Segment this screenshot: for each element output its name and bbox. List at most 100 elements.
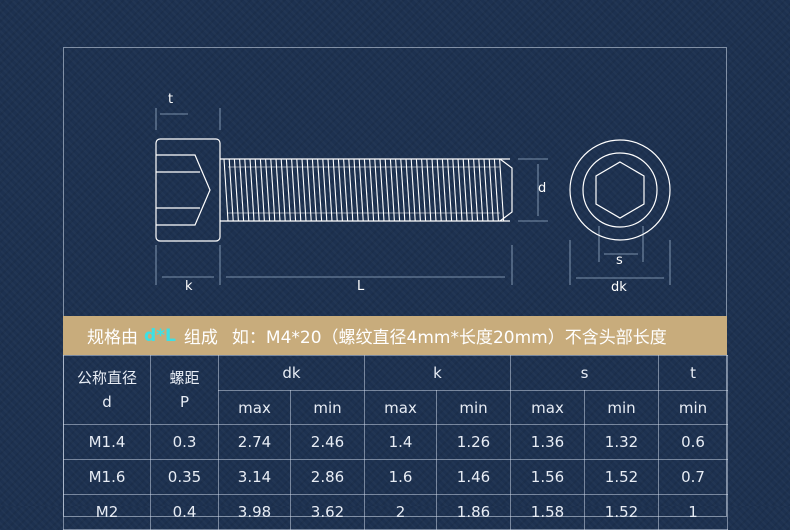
thread-line xyxy=(358,158,364,222)
thread-line xyxy=(228,158,234,222)
thread-line xyxy=(499,158,505,222)
spec-banner: 规格由 d*L 组成 如：M4*20（螺纹直径4mm*长度20mm）不含头部长度 xyxy=(63,316,727,355)
thread-line xyxy=(369,158,375,222)
thread-line xyxy=(322,158,328,222)
thread-line xyxy=(421,158,427,222)
thread-line xyxy=(353,158,359,222)
thread-line xyxy=(467,158,473,222)
thread-line xyxy=(457,158,463,222)
thread-line xyxy=(431,158,437,222)
cell: 0.3 xyxy=(150,424,219,460)
thread-line xyxy=(343,158,349,222)
thread-line xyxy=(249,158,255,222)
cell: 1.46 xyxy=(436,459,511,495)
thread-line xyxy=(473,158,479,222)
subheader-t-min: min xyxy=(658,390,729,425)
spec-table: 公称直径 d 螺距 P dk k s t max min max min max… xyxy=(63,355,729,530)
cell: 2.86 xyxy=(290,459,365,495)
thread-line xyxy=(493,158,499,222)
table-row: M1.4 0.3 2.74 2.46 1.4 1.26 1.36 1.32 0.… xyxy=(63,424,729,460)
cell: 0.7 xyxy=(658,459,729,495)
thread-line xyxy=(265,158,271,222)
cell: 1.26 xyxy=(436,424,511,460)
thread-line xyxy=(270,158,276,222)
dim-label-d: d xyxy=(538,181,547,196)
cell: 1.4 xyxy=(364,424,437,460)
thread-line xyxy=(395,158,401,222)
thread-line xyxy=(410,158,416,222)
hex-socket xyxy=(156,154,211,226)
thread-line xyxy=(254,158,260,222)
thread-line xyxy=(223,158,229,222)
header-pitch: 螺距 P xyxy=(150,355,219,425)
banner-prefix: 规格由 xyxy=(87,328,138,348)
thread-line xyxy=(296,158,302,222)
thread-line xyxy=(280,158,286,222)
thread-line xyxy=(374,158,380,222)
cell: 1.36 xyxy=(510,424,585,460)
thread-line xyxy=(244,158,250,222)
thread-line xyxy=(327,158,333,222)
thread-line xyxy=(348,158,354,222)
cell: 0.6 xyxy=(658,424,729,460)
dim-label-t: t xyxy=(168,92,174,107)
header-t: t xyxy=(658,355,729,391)
thread-line xyxy=(488,158,494,222)
screw-diagram xyxy=(155,108,671,285)
thread-line xyxy=(301,158,307,222)
thread-line xyxy=(447,158,453,222)
cell: 1.32 xyxy=(583,424,660,460)
cell: 1.58 xyxy=(510,494,585,530)
thread-lines xyxy=(223,158,505,222)
head-inner-circle xyxy=(582,152,658,228)
cell: M1.6 xyxy=(63,459,151,495)
thread-line xyxy=(233,158,239,222)
subheader-dk-max: max xyxy=(218,390,291,425)
thread-line xyxy=(311,158,317,222)
thread-line xyxy=(337,158,343,222)
cell: 1.52 xyxy=(583,494,660,530)
table-row: M2 0.4 3.98 3.62 2 1.86 1.58 1.52 1 xyxy=(63,494,729,530)
cell: 3.98 xyxy=(218,494,291,530)
subheader-s-max: max xyxy=(510,390,585,425)
cell: M2 xyxy=(63,494,151,530)
thread-line xyxy=(332,158,338,222)
header-nominal: 公称直径 d xyxy=(63,355,151,425)
thread-line xyxy=(291,158,297,222)
thread-line xyxy=(379,158,385,222)
thread-line xyxy=(426,158,432,222)
table-row: M1.6 0.35 3.14 2.86 1.6 1.46 1.56 1.52 0… xyxy=(63,459,729,495)
cell: 2.46 xyxy=(290,424,365,460)
dim-label-k: k xyxy=(185,279,193,294)
cell: M1.4 xyxy=(63,424,151,460)
cell: 1.56 xyxy=(510,459,585,495)
cell: 1 xyxy=(658,494,729,530)
header-dk: dk xyxy=(218,355,365,391)
thread-line xyxy=(452,158,458,222)
subheader-k-max: max xyxy=(364,390,437,425)
cell: 0.4 xyxy=(150,494,219,530)
thread-line xyxy=(415,158,421,222)
cell: 0.35 xyxy=(150,459,219,495)
thread-line xyxy=(239,158,245,222)
cell: 3.62 xyxy=(290,494,365,530)
thread-line xyxy=(384,158,390,222)
thread-line xyxy=(441,158,447,222)
thread-line xyxy=(306,158,312,222)
thread-line xyxy=(483,158,489,222)
cell: 1.86 xyxy=(436,494,511,530)
thread-line xyxy=(317,158,323,222)
header-k: k xyxy=(364,355,511,391)
head-outer-circle xyxy=(569,139,671,241)
thread-line xyxy=(363,158,369,222)
thread-line xyxy=(389,158,395,222)
thread-line xyxy=(285,158,291,222)
thread-line xyxy=(275,158,281,222)
banner-example: 如：M4*20（螺纹直径4mm*长度20mm）不含头部长度 xyxy=(231,328,667,348)
cell: 1.52 xyxy=(583,459,660,495)
cell: 1.6 xyxy=(364,459,437,495)
thread-line xyxy=(436,158,442,222)
subheader-k-min: min xyxy=(436,390,511,425)
header-s: s xyxy=(509,355,660,391)
cell: 2.74 xyxy=(218,424,291,460)
